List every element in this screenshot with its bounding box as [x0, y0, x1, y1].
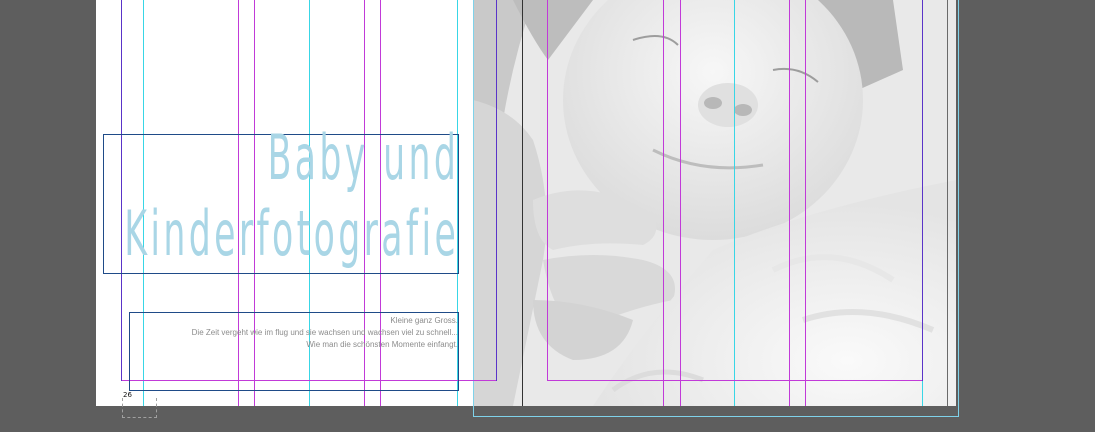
bleed-guide	[473, 0, 959, 417]
margin-guide[interactable]	[663, 0, 664, 406]
column-guide[interactable]	[734, 0, 735, 406]
title-text[interactable]: Baby und Kinderfotografie	[124, 120, 459, 272]
title-line-1: Baby und	[267, 121, 459, 194]
body-line-1: Kleine ganz Gross.	[390, 316, 458, 325]
page-spine	[522, 0, 523, 406]
body-text[interactable]: Kleine ganz Gross. Die Zeit vergeht wie …	[192, 315, 458, 351]
page-number-frame[interactable]	[122, 398, 157, 418]
margin-guide[interactable]	[805, 0, 806, 406]
margin-guide[interactable]	[547, 0, 548, 381]
margin-guide[interactable]	[547, 380, 922, 381]
indesign-pasteboard[interactable]: Baby und Kinderfotografie Kleine ganz Gr…	[0, 0, 1095, 432]
margin-guide[interactable]	[789, 0, 790, 406]
title-line-2: Kinderfotografie	[123, 197, 459, 270]
page-edge	[947, 0, 948, 406]
margin-guide[interactable]	[680, 0, 681, 406]
margin-guide[interactable]	[922, 0, 923, 381]
body-line-3: Wie man die schönsten Momente einfangt.	[306, 340, 458, 349]
margin-guide[interactable]	[496, 0, 497, 381]
body-line-2: Die Zeit vergeht wie im flug und sie wac…	[191, 328, 458, 337]
